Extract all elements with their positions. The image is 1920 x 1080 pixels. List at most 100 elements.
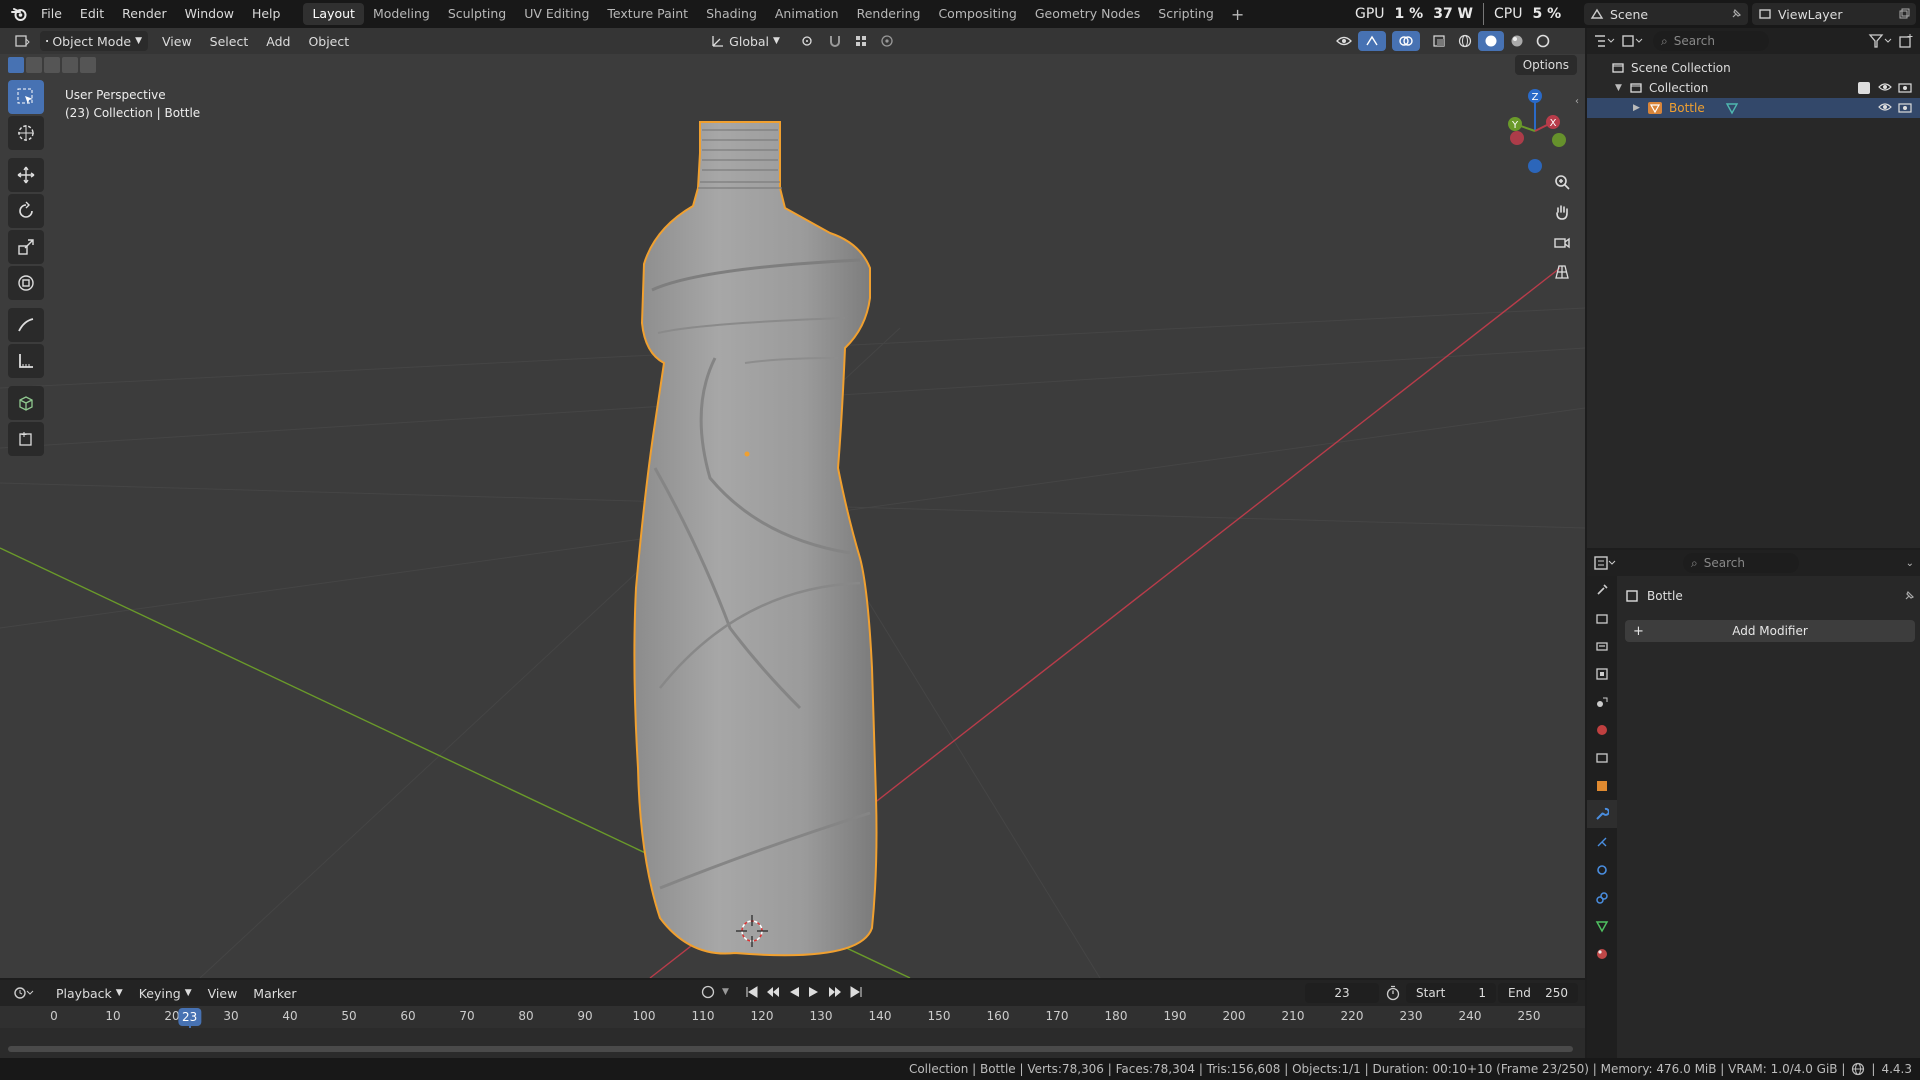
eye-icon[interactable] — [1878, 81, 1892, 96]
tab-world[interactable] — [1587, 716, 1617, 744]
outliner-editor-icon[interactable] — [1593, 33, 1615, 49]
menu-render[interactable]: Render — [113, 0, 176, 28]
xray-toggle[interactable] — [1426, 31, 1452, 51]
tab-scripting[interactable]: Scripting — [1149, 3, 1223, 25]
tab-rendering[interactable]: Rendering — [848, 3, 930, 25]
measure-tool[interactable] — [8, 344, 44, 378]
transform-orientation-dropdown[interactable]: Global ▼ — [705, 31, 786, 51]
viewport-menu-object[interactable]: Object — [302, 31, 355, 51]
add-primitive-tool[interactable] — [8, 422, 44, 456]
timeline-ruler[interactable]: 0 10 20 30 40 50 60 70 80 90 100 110 120 130 140 150 160… — [0, 1006, 1585, 1060]
blender-logo-icon[interactable] — [6, 0, 32, 28]
gizmo-toggle[interactable] — [1357, 31, 1386, 51]
navigation-gizmo[interactable]: Z Y X — [1495, 86, 1575, 176]
tab-animation[interactable]: Animation — [766, 3, 848, 25]
viewport-menu-add[interactable]: Add — [260, 31, 296, 51]
marker-menu[interactable]: Marker — [247, 983, 302, 1003]
object-mode-dropdown[interactable]: Object Mode ▼ — [40, 31, 148, 51]
scene-collection-row[interactable]: Scene Collection — [1587, 58, 1920, 78]
timeline-view-menu[interactable]: View — [202, 983, 244, 1003]
pin-icon[interactable] — [1903, 590, 1915, 602]
add-cube-tool[interactable] — [8, 386, 44, 420]
shading-material[interactable] — [1504, 31, 1530, 51]
play-icon[interactable] — [807, 985, 821, 999]
exclude-checkbox[interactable] — [1858, 82, 1870, 94]
tab-scene[interactable] — [1587, 688, 1617, 716]
zoom-icon[interactable] — [1548, 168, 1576, 196]
tab-geometry-nodes[interactable]: Geometry Nodes — [1026, 3, 1149, 25]
camera-view-icon[interactable] — [1548, 228, 1576, 256]
shading-wireframe[interactable] — [1452, 31, 1478, 51]
tab-constraints[interactable] — [1587, 884, 1617, 912]
new-collection-icon[interactable] — [1898, 33, 1914, 49]
tab-uv-editing[interactable]: UV Editing — [515, 3, 598, 25]
properties-editor-icon[interactable] — [1593, 555, 1617, 571]
record-icon[interactable] — [700, 984, 716, 1000]
jump-start-icon[interactable] — [745, 985, 759, 999]
current-frame-field[interactable]: 23 — [1305, 983, 1379, 1003]
mesh-data-icon[interactable] — [1725, 101, 1739, 115]
tab-texture-paint[interactable]: Texture Paint — [598, 3, 697, 25]
playback-menu[interactable]: Playback ▼ — [50, 983, 129, 1003]
tab-collection[interactable] — [1587, 744, 1617, 772]
tab-shading[interactable]: Shading — [697, 3, 766, 25]
add-workspace-button[interactable]: + — [1223, 5, 1252, 24]
tab-particles[interactable] — [1587, 828, 1617, 856]
visibility-button[interactable] — [1330, 31, 1358, 51]
expand-chevron-icon[interactable]: ▶ — [1633, 103, 1647, 113]
tab-tool[interactable] — [1587, 576, 1617, 604]
filter-icon[interactable] — [1868, 33, 1892, 49]
tab-modeling[interactable]: Modeling — [364, 3, 439, 25]
shading-rendered[interactable] — [1530, 31, 1556, 51]
select-new-icon[interactable] — [8, 57, 24, 73]
pin-icon[interactable] — [1730, 8, 1742, 20]
snap-toggle[interactable] — [822, 31, 848, 51]
add-modifier-button[interactable]: + Add Modifier — [1625, 620, 1915, 642]
start-frame-field[interactable]: Start 1 — [1406, 983, 1496, 1003]
tab-physics[interactable] — [1587, 856, 1617, 884]
collection-row[interactable]: ▼ Collection — [1587, 78, 1920, 98]
properties-search-input[interactable]: ⌕ Search — [1683, 553, 1799, 573]
timeline-track-area[interactable] — [0, 1028, 1585, 1058]
tab-compositing[interactable]: Compositing — [929, 3, 1025, 25]
eye-icon[interactable] — [1878, 101, 1892, 116]
menu-edit[interactable]: Edit — [71, 0, 113, 28]
snap-target-button[interactable] — [848, 31, 874, 51]
timeline-scrollbar[interactable] — [8, 1046, 1573, 1052]
tab-output[interactable] — [1587, 632, 1617, 660]
outliner-search-input[interactable]: ⌕ Search — [1653, 31, 1769, 51]
stopwatch-icon[interactable] — [1385, 985, 1401, 1001]
cursor-tool[interactable] — [8, 116, 44, 150]
3d-viewport[interactable]: Object Mode ▼ View Select Add Object Glo… — [0, 28, 1585, 978]
menu-file[interactable]: File — [32, 0, 71, 28]
tab-modifiers[interactable] — [1587, 800, 1617, 828]
network-globe-icon[interactable] — [1851, 1062, 1865, 1076]
jump-keyframe-forward-icon[interactable] — [827, 985, 843, 999]
tab-layout[interactable]: Layout — [303, 3, 364, 25]
select-subtract-icon[interactable] — [44, 57, 60, 73]
pan-hand-icon[interactable] — [1548, 198, 1576, 226]
collapse-sidebar-icon[interactable]: ‹ — [1575, 96, 1579, 107]
transform-tool[interactable] — [8, 266, 44, 300]
select-box-tool[interactable] — [8, 80, 44, 114]
timeline-editor-icon[interactable] — [8, 983, 40, 1003]
menu-help[interactable]: Help — [243, 0, 290, 28]
tab-view-layer[interactable] — [1587, 660, 1617, 688]
play-reverse-icon[interactable] — [787, 985, 801, 999]
annotate-tool[interactable] — [8, 308, 44, 342]
end-frame-field[interactable]: End 250 — [1498, 983, 1578, 1003]
select-invert-icon[interactable] — [62, 57, 78, 73]
tab-sculpting[interactable]: Sculpting — [439, 3, 515, 25]
view-layer-selector[interactable]: ViewLayer — [1752, 3, 1916, 25]
options-dropdown[interactable]: Options — [1514, 55, 1577, 75]
tab-render[interactable] — [1587, 604, 1617, 632]
move-tool[interactable] — [8, 158, 44, 192]
rotate-tool[interactable] — [8, 194, 44, 228]
camera-render-icon[interactable] — [1898, 81, 1912, 96]
pivot-point-button[interactable] — [794, 31, 822, 51]
viewport-menu-select[interactable]: Select — [204, 31, 255, 51]
perspective-toggle-icon[interactable] — [1548, 258, 1576, 286]
chevron-down-icon[interactable]: ▼ — [722, 987, 729, 997]
jump-end-icon[interactable] — [849, 985, 863, 999]
overlays-toggle[interactable] — [1391, 31, 1420, 51]
